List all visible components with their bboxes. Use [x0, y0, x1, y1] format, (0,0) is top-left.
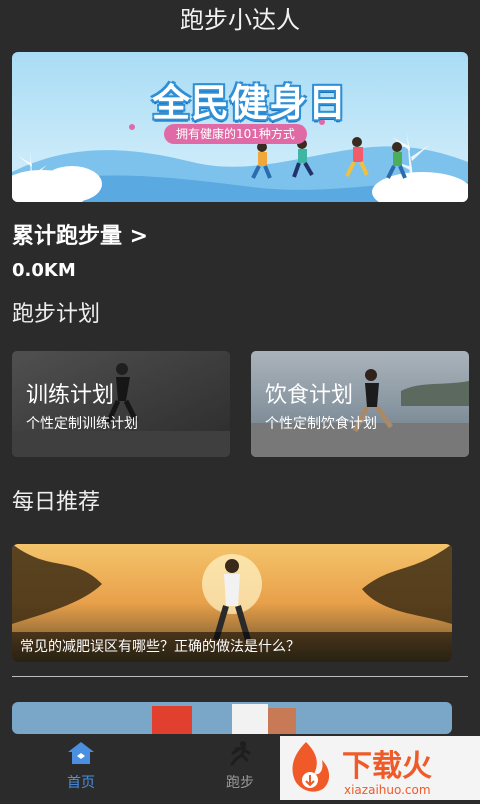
article-photo — [12, 702, 452, 734]
banner-carousel[interactable]: 全民健身日 拥有健康的101种方式 — [12, 52, 468, 202]
article-title: 常见的减肥误区有哪些？正确的做法是什么？ — [12, 632, 452, 662]
watermark: 下载火 xiazaihuo.com — [280, 736, 480, 800]
tab-run[interactable]: 跑步 — [205, 740, 275, 792]
section-title-plans: 跑步计划 — [12, 302, 101, 327]
total-distance-link[interactable]: 累计跑步量 > — [12, 218, 148, 250]
plan-desc: 个性定制训练计划 — [26, 416, 138, 432]
watermark-url: xiazaihuo.com — [344, 783, 431, 797]
section-title-recommend: 每日推荐 — [12, 490, 101, 515]
tab-label: 首页 — [67, 775, 95, 791]
article-card[interactable]: 常见的减肥误区有哪些？正确的做法是什么？ — [12, 544, 452, 662]
total-distance-value: 0.0KM — [12, 260, 76, 281]
banner-subtitle: 拥有健康的101种方式 — [164, 124, 307, 144]
plan-card-diet[interactable]: 饮食计划 个性定制饮食计划 — [251, 351, 469, 457]
divider — [12, 676, 468, 677]
plan-name: 饮食计划 — [265, 383, 354, 408]
watermark-logo: 下载火 xiazaihuo.com — [280, 736, 480, 800]
watermark-text: 下载火 — [342, 749, 432, 784]
banner-title: 全民健身日 — [152, 81, 348, 125]
article-card[interactable] — [12, 702, 452, 734]
tab-home[interactable]: 首页 — [46, 740, 116, 792]
tab-label: 跑步 — [226, 775, 254, 791]
plan-name: 训练计划 — [26, 383, 115, 408]
app-title: 跑步小达人 — [180, 6, 300, 34]
runner-icon — [230, 741, 251, 766]
home-icon — [68, 742, 94, 764]
plan-card-training[interactable]: 训练计划 个性定制训练计划 — [12, 351, 230, 457]
plan-desc: 个性定制饮食计划 — [265, 416, 377, 432]
